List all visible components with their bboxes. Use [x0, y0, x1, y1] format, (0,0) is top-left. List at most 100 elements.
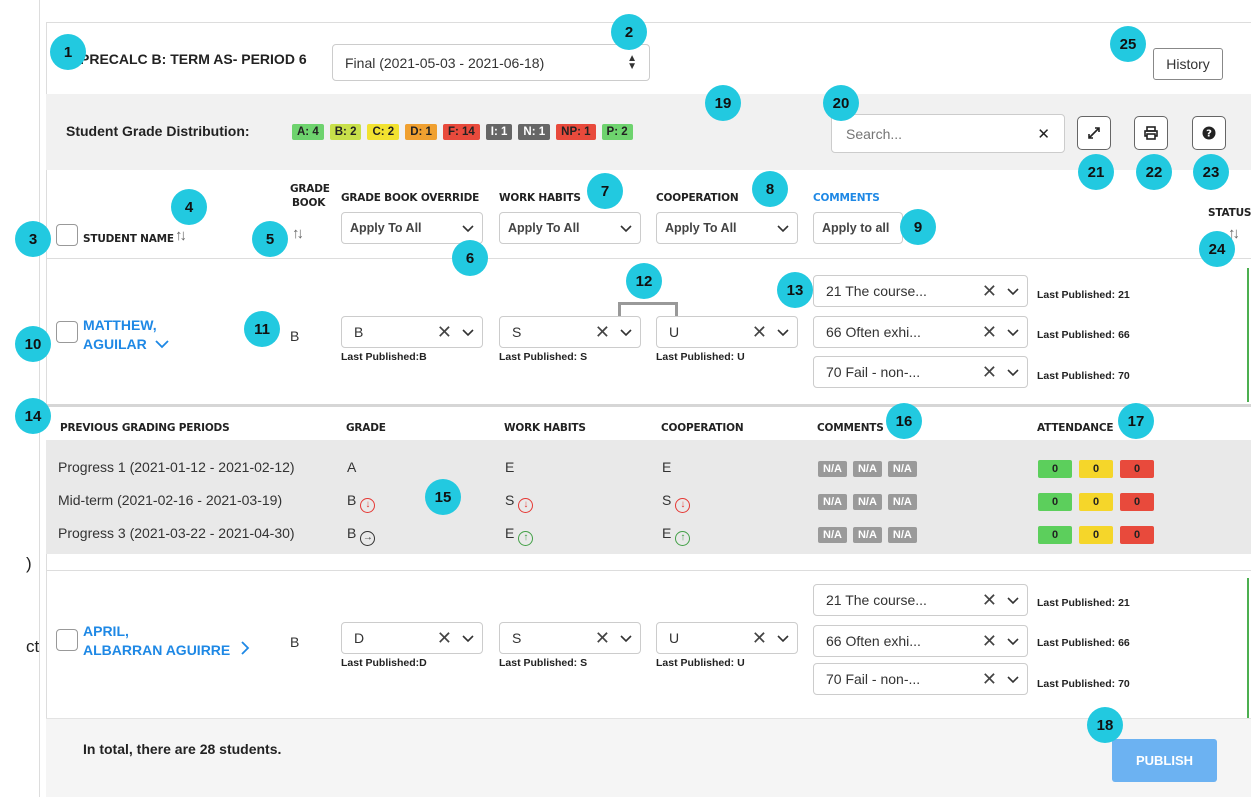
- clear-icon[interactable]: ✕: [595, 322, 610, 343]
- chevron-down-icon[interactable]: [155, 339, 169, 349]
- term-select[interactable]: Final (2021-05-03 - 2021-06-18) ▲ ▼: [332, 44, 650, 81]
- student-checkbox[interactable]: [56, 321, 78, 343]
- work-habits-select[interactable]: S ✕: [499, 316, 641, 348]
- trend-down-icon: ↓: [360, 497, 376, 513]
- attendance-badge: 0: [1079, 493, 1113, 511]
- comment-value: 70 Fail - non-...: [826, 364, 921, 380]
- left-panel-text-fragment: ): [26, 554, 32, 573]
- annotation-marker: 11: [244, 311, 280, 347]
- grade-badge: A: 4: [292, 124, 324, 140]
- prev-work-value-text: S: [505, 492, 515, 508]
- select-all-checkbox[interactable]: [56, 224, 78, 246]
- annotation-marker: 18: [1087, 707, 1123, 743]
- prev-coop-value: E ↑: [662, 525, 691, 546]
- last-published: Last Published:D: [341, 657, 427, 669]
- last-published: Last Published: 21: [1037, 597, 1130, 609]
- column-header-work-habits: WORK HABITS: [499, 192, 581, 204]
- status-indicator: [1247, 578, 1249, 718]
- chevron-down-icon[interactable]: [1007, 285, 1019, 297]
- chevron-down-icon[interactable]: [462, 632, 474, 644]
- expand-button[interactable]: [1077, 116, 1111, 150]
- clear-icon[interactable]: ✕: [982, 362, 997, 383]
- clear-icon[interactable]: ✕: [595, 628, 610, 649]
- clear-icon[interactable]: ✕: [752, 322, 767, 343]
- student-name-link[interactable]: MATTHEW, AGUILAR: [83, 316, 169, 354]
- prev-grade-value-text: B: [347, 525, 357, 541]
- prev-attendance: 000: [1038, 492, 1161, 511]
- cooperation-select[interactable]: U ✕: [656, 622, 798, 654]
- search-input[interactable]: [846, 125, 1016, 142]
- prev-header-period: PREVIOUS GRADING PERIODS: [60, 422, 230, 434]
- annotation-bracket: [618, 302, 678, 316]
- chevron-down-icon[interactable]: [1007, 673, 1019, 685]
- prev-work-value: S ↓: [505, 492, 534, 513]
- trend-flat-icon: →: [360, 530, 376, 546]
- chevron-down-icon[interactable]: [462, 326, 474, 338]
- override-select[interactable]: B ✕: [341, 316, 483, 348]
- clear-icon[interactable]: ✕: [437, 628, 452, 649]
- clear-icon[interactable]: ✕: [982, 631, 997, 652]
- help-button[interactable]: ?: [1192, 116, 1226, 150]
- comment-select[interactable]: 66 Often exhi... ✕: [813, 625, 1028, 657]
- clear-icon[interactable]: ✕: [982, 281, 997, 302]
- apply-all-cooperation-select[interactable]: Apply To All: [656, 212, 798, 244]
- comment-value: 70 Fail - non-...: [826, 671, 921, 687]
- grade-badge: F: 14: [442, 124, 480, 140]
- student-checkbox[interactable]: [56, 629, 78, 651]
- student-name-link[interactable]: APRIL, ALBARRAN AGUIRRE: [83, 622, 250, 660]
- chevron-right-icon[interactable]: [240, 641, 250, 655]
- annotation-marker: 2: [611, 14, 647, 50]
- history-button[interactable]: History: [1153, 48, 1223, 80]
- column-header-cooperation: COOPERATION: [656, 192, 739, 204]
- prev-period-name-text: Progress 3 (2021-03-22 - 2021-04-30): [58, 525, 295, 541]
- comment-select[interactable]: 21 The course... ✕: [813, 275, 1028, 307]
- last-published: Last Published: 21: [1037, 289, 1130, 301]
- annotation-marker: 15: [425, 479, 461, 515]
- chevron-down-icon[interactable]: [777, 632, 789, 644]
- svg-text:?: ?: [1206, 129, 1212, 140]
- clear-icon[interactable]: ✕: [437, 322, 452, 343]
- apply-all-override-select[interactable]: Apply To All: [341, 212, 483, 244]
- clear-icon[interactable]: ✕: [982, 590, 997, 611]
- column-header-gradebook-line2: BOOK: [292, 197, 326, 209]
- gradebook-grade: B: [290, 328, 300, 344]
- chevron-down-icon[interactable]: [777, 326, 789, 338]
- chevron-down-icon[interactable]: [1007, 366, 1019, 378]
- annotation-marker: 8: [752, 171, 788, 207]
- sort-student-name-icon[interactable]: ↑↓: [175, 227, 187, 244]
- work-habits-select[interactable]: S ✕: [499, 622, 641, 654]
- apply-all-work-habits-select[interactable]: Apply To All: [499, 212, 641, 244]
- apply-all-work-habits-label: Apply To All: [508, 221, 580, 235]
- prev-period-name: Progress 3 (2021-03-22 - 2021-04-30): [58, 525, 295, 541]
- chevron-down-icon[interactable]: [620, 632, 632, 644]
- print-button[interactable]: [1134, 116, 1168, 150]
- override-select[interactable]: D ✕: [341, 622, 483, 654]
- na-badge: N/A: [887, 461, 917, 477]
- comment-select[interactable]: 66 Often exhi... ✕: [813, 316, 1028, 348]
- column-header-gradebook-line1: GRADE: [290, 183, 330, 195]
- apply-all-comments-button[interactable]: Apply to all: [813, 212, 903, 244]
- comment-select[interactable]: 70 Fail - non-... ✕: [813, 356, 1028, 388]
- column-header-comments[interactable]: COMMENTS: [813, 192, 880, 204]
- prev-grade-value: B →: [347, 525, 376, 546]
- clear-icon[interactable]: ✕: [982, 322, 997, 343]
- cooperation-select[interactable]: U ✕: [656, 316, 798, 348]
- chevron-down-icon: [620, 225, 632, 233]
- chevron-down-icon[interactable]: [620, 326, 632, 338]
- sort-gradebook-icon[interactable]: ↑↓: [292, 225, 304, 242]
- attendance-badge: 0: [1120, 460, 1154, 478]
- chevron-down-icon[interactable]: [1007, 594, 1019, 606]
- trend-up-icon: ↑: [675, 530, 691, 546]
- chevron-down-icon[interactable]: [1007, 635, 1019, 647]
- chevron-down-icon: [462, 225, 474, 233]
- attendance-badge: 0: [1038, 526, 1072, 544]
- clear-icon[interactable]: ✕: [752, 628, 767, 649]
- clear-icon[interactable]: ✕: [982, 669, 997, 690]
- annotation-marker: 20: [823, 85, 859, 121]
- chevron-down-icon[interactable]: [1007, 326, 1019, 338]
- comment-select[interactable]: 70 Fail - non-... ✕: [813, 663, 1028, 695]
- publish-button[interactable]: PUBLISH: [1112, 739, 1217, 782]
- clear-search-icon[interactable]: ✕: [1037, 125, 1050, 143]
- comment-select[interactable]: 21 The course... ✕: [813, 584, 1028, 616]
- last-published: Last Published: 66: [1037, 637, 1130, 649]
